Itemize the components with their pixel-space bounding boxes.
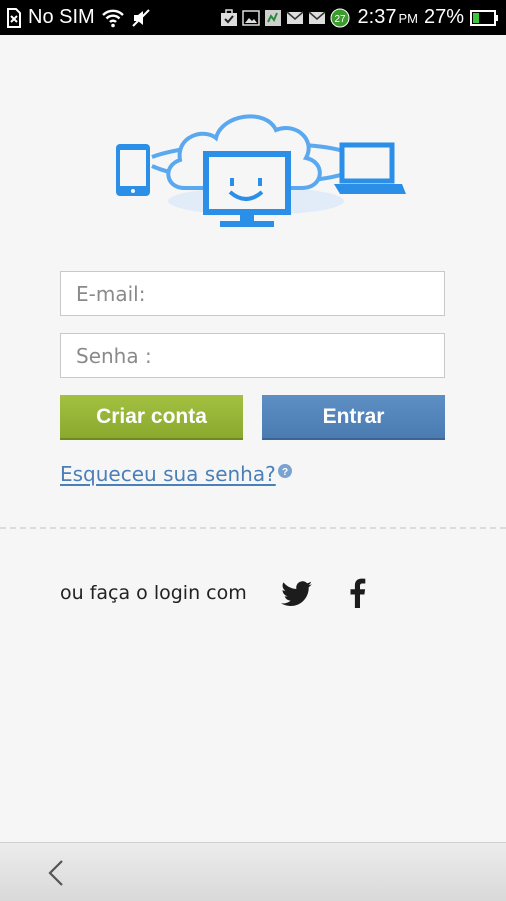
status-left: No SIM [6,6,151,29]
forgot-password-link[interactable]: Esqueceu sua senha? [60,462,276,486]
status-bar: No SIM 27 2:37 PM 27% [0,0,506,35]
battery-icon [470,9,500,27]
back-button[interactable] [40,857,72,889]
carrier-text: No SIM [28,6,95,28]
svg-text:?: ? [282,467,288,478]
battery-percent: 27% [423,6,464,28]
mute-icon [131,8,151,28]
login-button[interactable]: Entrar [262,395,445,440]
email-field[interactable] [60,271,445,316]
app-notification-icon [264,9,282,27]
svg-text:27: 27 [334,14,346,25]
create-account-button[interactable]: Criar conta [60,395,243,440]
notification-icons: 27 [220,8,350,28]
wifi-icon [101,8,125,28]
briefcase-check-icon [220,8,238,27]
social-login-text: ou faça o login com [60,582,247,604]
image-icon [241,9,260,27]
gmail-icon-2 [308,9,326,27]
facebook-icon[interactable] [347,578,367,608]
ampm-text: PM [398,11,418,26]
help-icon[interactable]: ? [277,464,292,478]
gmail-icon [286,9,304,27]
clock: 2:37 PM [358,6,418,29]
divider [0,527,506,529]
status-right: 2:37 PM 27% [358,6,500,29]
time-text: 2:37 [357,6,397,28]
badge-icon: 27 [330,8,350,28]
password-field[interactable] [60,333,445,378]
forgot-password-row: Esqueceu sua senha? ? [60,462,292,486]
no-sim-icon [6,7,22,28]
bottom-nav-bar [0,842,506,901]
chevron-left-icon [48,860,63,886]
twitter-icon[interactable] [281,581,313,607]
devices-cloud-illustration [116,114,406,227]
